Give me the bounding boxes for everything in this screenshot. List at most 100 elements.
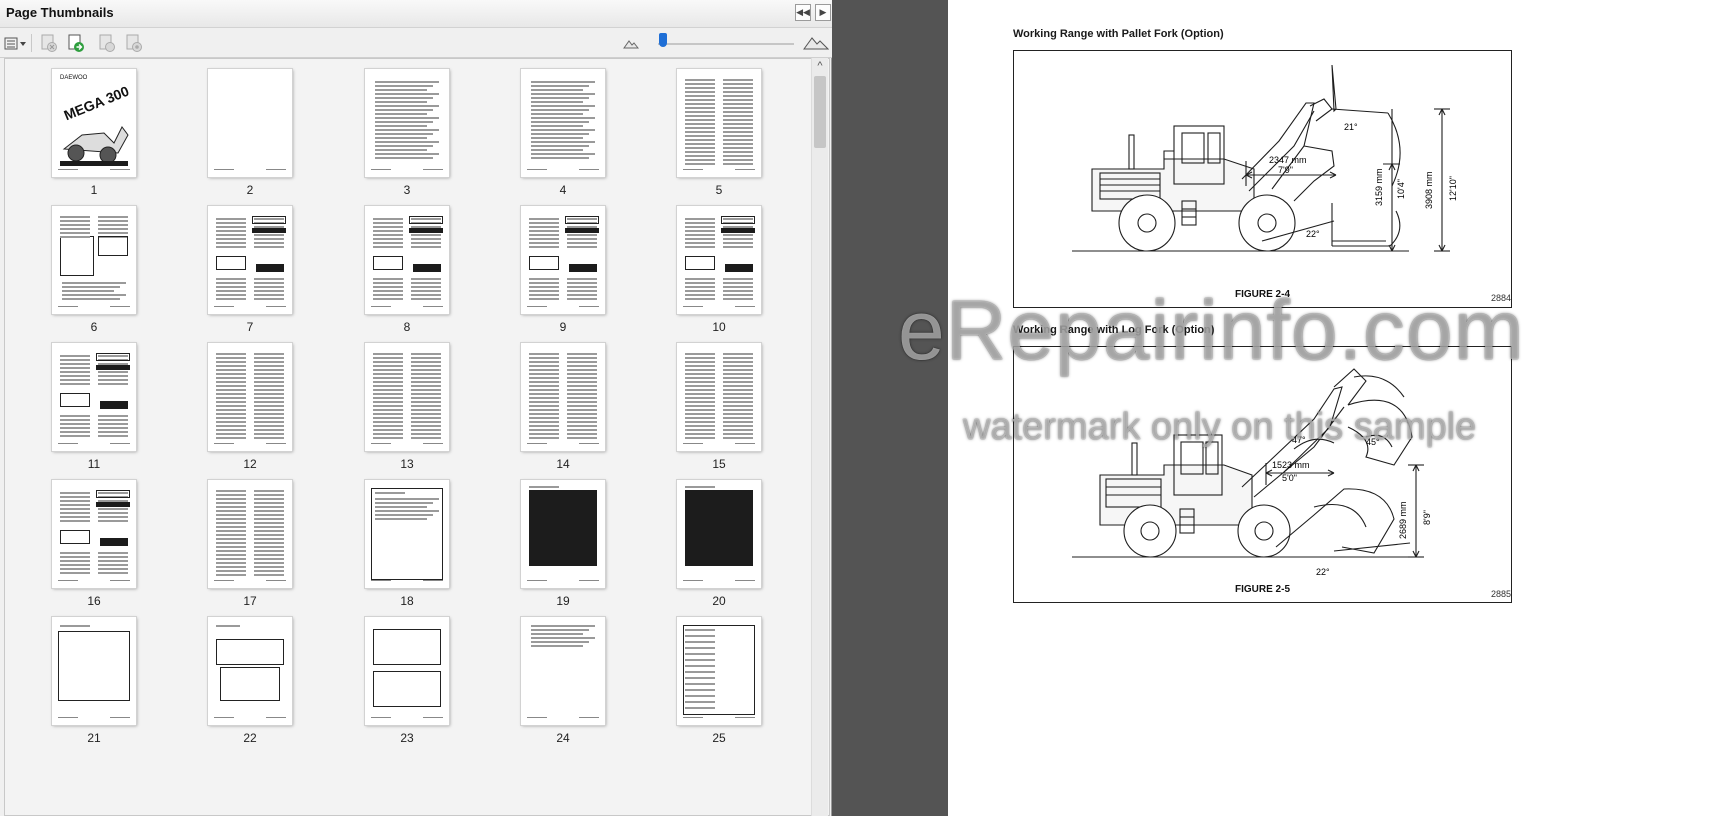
thumb-text-line [411, 246, 441, 248]
page-thumbnail[interactable] [677, 480, 761, 588]
page-thumbnail[interactable] [52, 343, 136, 451]
page-thumbnail[interactable] [365, 206, 449, 314]
thumb-text-line [216, 278, 246, 280]
thumbnail-zoom-slider-handle[interactable] [659, 33, 667, 47]
thumb-text-line [375, 133, 433, 135]
thumb-text-line [685, 635, 715, 637]
page-thumbnail[interactable] [208, 69, 292, 177]
thumb-text-line [98, 556, 128, 558]
thumb-text-line [216, 417, 246, 419]
thumb-text-line [685, 290, 715, 292]
page-thumbnail[interactable] [208, 480, 292, 588]
extract-pages-icon [99, 34, 115, 52]
page-thumbnail[interactable] [365, 480, 449, 588]
thumb-text-line [60, 572, 90, 574]
page-thumbnail[interactable] [521, 480, 605, 588]
thumb-text-line [373, 433, 403, 435]
thumb-text-line [216, 365, 246, 367]
thumb-text-line [567, 405, 597, 407]
thumb-text-line [685, 641, 715, 643]
page-thumbnail[interactable] [52, 480, 136, 588]
pane-splitter[interactable] [832, 0, 948, 816]
page-thumbnail[interactable] [677, 69, 761, 177]
thumb-text-line [375, 109, 433, 111]
scrollbar-thumb[interactable] [814, 76, 826, 148]
page-thumbnail[interactable] [365, 343, 449, 451]
thumb-text-line [723, 103, 753, 105]
page-number-label: 6 [90, 320, 98, 334]
page-thumbnail[interactable] [208, 206, 292, 314]
page-thumbnail[interactable] [521, 343, 605, 451]
page-thumbnail[interactable] [521, 69, 605, 177]
thumb-text-line [254, 518, 284, 520]
thumb-footer-line [579, 580, 599, 581]
thumb-text-line [567, 290, 597, 292]
page-thumbnail[interactable] [208, 343, 292, 451]
page-thumbnail[interactable] [677, 617, 761, 725]
thumb-text-line [216, 625, 240, 627]
expand-panel-button[interactable]: ▶ [815, 4, 831, 21]
thumb-text-line [529, 278, 559, 280]
thumb-text-line [60, 220, 90, 222]
delete-pages-button[interactable] [39, 33, 59, 53]
page-number-label: 25 [712, 731, 726, 745]
thumb-text-line [685, 647, 715, 649]
thumb-text-line [60, 516, 90, 518]
thumb-text-line [254, 413, 284, 415]
thumb-text-line [529, 222, 559, 224]
scroll-up-arrow-icon[interactable]: ^ [812, 58, 828, 74]
thumb-text-line [375, 518, 427, 520]
collapse-panel-button[interactable]: ◀◀ [795, 4, 811, 21]
thumb-text-line [254, 381, 284, 383]
thumb-text-line [685, 103, 715, 105]
insert-pages-button[interactable] [66, 33, 86, 53]
print-pages-button[interactable] [124, 33, 144, 53]
thumb-text-line [60, 625, 90, 627]
thumb-text-line [254, 278, 284, 280]
thumbnail-zoom-slider-track[interactable] [658, 43, 794, 45]
thumb-text-line [373, 238, 403, 240]
zoom-out-button[interactable] [623, 36, 643, 56]
thumb-text-line [60, 556, 90, 558]
thumb-text-line [685, 91, 715, 93]
thumb-text-line [531, 645, 583, 647]
thumb-text-line [411, 353, 441, 355]
thumb-text-line [254, 361, 284, 363]
pallet-max-ft: 12'10" [1448, 176, 1458, 201]
thumb-text-line [411, 381, 441, 383]
thumb-text-line [723, 369, 753, 371]
thumb-text-line [254, 490, 284, 492]
zoom-in-button[interactable] [803, 33, 830, 53]
thumb-text-line [685, 99, 715, 101]
thumbnails-scrollbar[interactable]: ^ [811, 58, 828, 816]
zoom-in-mountains-icon [803, 37, 830, 50]
page-thumbnail[interactable] [52, 617, 136, 725]
page-thumbnail[interactable] [52, 206, 136, 314]
page-number-label: 17 [243, 594, 257, 608]
extract-pages-button[interactable] [97, 33, 117, 53]
page-thumbnail[interactable] [365, 69, 449, 177]
insert-pages-icon [68, 34, 84, 52]
thumb-text-line [411, 413, 441, 415]
thumb-text-line [254, 389, 284, 391]
page-thumbnail[interactable] [521, 617, 605, 725]
thumb-text-line [60, 431, 90, 433]
thumb-text-line [723, 401, 753, 403]
page-thumbnail[interactable] [208, 617, 292, 725]
figure-2-5-number: 2885 [1491, 589, 1512, 599]
thumb-text-line [373, 389, 403, 391]
thumb-footer-line [683, 306, 703, 307]
options-menu-button[interactable] [4, 33, 28, 53]
page-thumbnail[interactable] [677, 206, 761, 314]
thumb-text-line [685, 83, 715, 85]
thumb-text-line [567, 246, 597, 248]
thumb-text-line [216, 554, 246, 556]
page-thumbnail[interactable] [677, 343, 761, 451]
page-thumbnail[interactable]: DAEWOO MEGA 300 [52, 69, 136, 177]
page-thumbnail[interactable] [365, 617, 449, 725]
page-thumbnail[interactable] [521, 206, 605, 314]
thumb-text-line [529, 234, 559, 236]
thumb-text-line [529, 230, 559, 232]
thumb-text-line [685, 417, 715, 419]
thumb-text-line [373, 357, 403, 359]
